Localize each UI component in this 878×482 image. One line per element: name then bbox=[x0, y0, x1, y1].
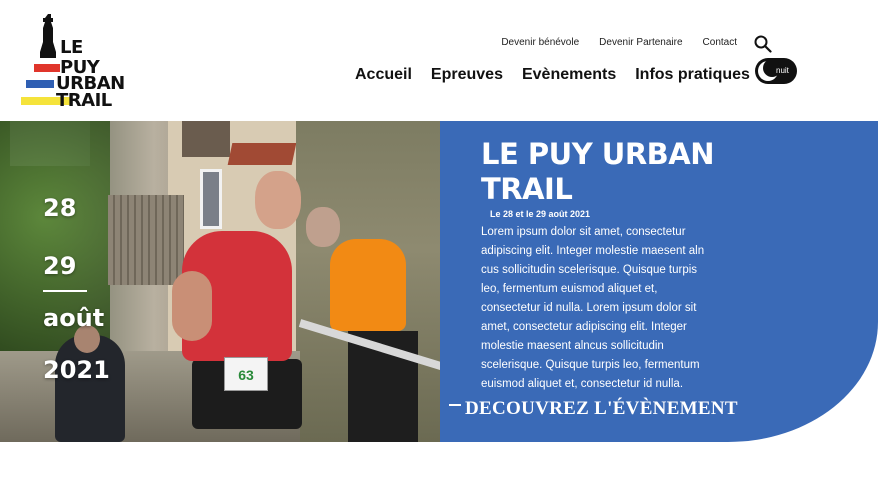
discover-event-label: DECOUVREZ L'ÉVÈNEMENT bbox=[465, 398, 738, 419]
statue-icon bbox=[40, 14, 56, 58]
date-month: août bbox=[43, 304, 105, 332]
event-description: Lorem ipsum dolor sit amet, consectetur … bbox=[481, 226, 705, 390]
logo-text-trail: TRAIL bbox=[56, 90, 112, 111]
nav-epreuves[interactable]: Epreuves bbox=[431, 66, 503, 84]
topnav-benevole-link[interactable]: Devenir bénévole bbox=[501, 37, 579, 48]
logo-text-le: LE bbox=[60, 37, 83, 58]
hero-photo: 63 bbox=[0, 121, 440, 442]
event-date-text: Le 28 et le 29 août 2021 bbox=[490, 209, 591, 219]
dash-icon bbox=[449, 404, 461, 406]
top-navigation: Devenir bénévole Devenir Partenaire Cont… bbox=[501, 37, 737, 48]
logo-stripe-red bbox=[34, 64, 60, 72]
search-icon[interactable] bbox=[754, 35, 772, 53]
topnav-contact-link[interactable]: Contact bbox=[703, 37, 737, 48]
event-panel: LE PUY URBAN TRAIL Le 28 et le 29 août 2… bbox=[440, 121, 878, 442]
site-logo[interactable]: LE PUY URBAN TRAIL bbox=[20, 14, 130, 110]
site-header: LE PUY URBAN TRAIL Devenir bénévole Deve… bbox=[0, 0, 878, 121]
logo-stripe-blue bbox=[26, 80, 54, 88]
nav-accueil[interactable]: Accueil bbox=[355, 66, 412, 84]
event-title: LE PUY URBAN TRAIL bbox=[481, 137, 714, 206]
moon-icon bbox=[758, 59, 781, 81]
main-navigation: Accueil Epreuves Evènements Infos pratiq… bbox=[355, 66, 750, 84]
date-day-28: 28 bbox=[43, 194, 77, 222]
nav-evenements[interactable]: Evènements bbox=[522, 66, 616, 84]
date-day-29: 29 bbox=[43, 252, 77, 280]
date-year: 2021 bbox=[43, 356, 110, 384]
race-bib: 63 bbox=[224, 357, 268, 391]
date-divider bbox=[43, 290, 87, 292]
nav-infos-pratiques[interactable]: Infos pratiques bbox=[635, 66, 750, 84]
night-mode-toggle[interactable]: nuit bbox=[755, 58, 797, 84]
night-mode-label: nuit bbox=[776, 66, 789, 75]
topnav-partenaire-link[interactable]: Devenir Partenaire bbox=[599, 37, 682, 48]
discover-event-link[interactable]: DECOUVREZ L'ÉVÈNEMENT bbox=[449, 398, 738, 420]
